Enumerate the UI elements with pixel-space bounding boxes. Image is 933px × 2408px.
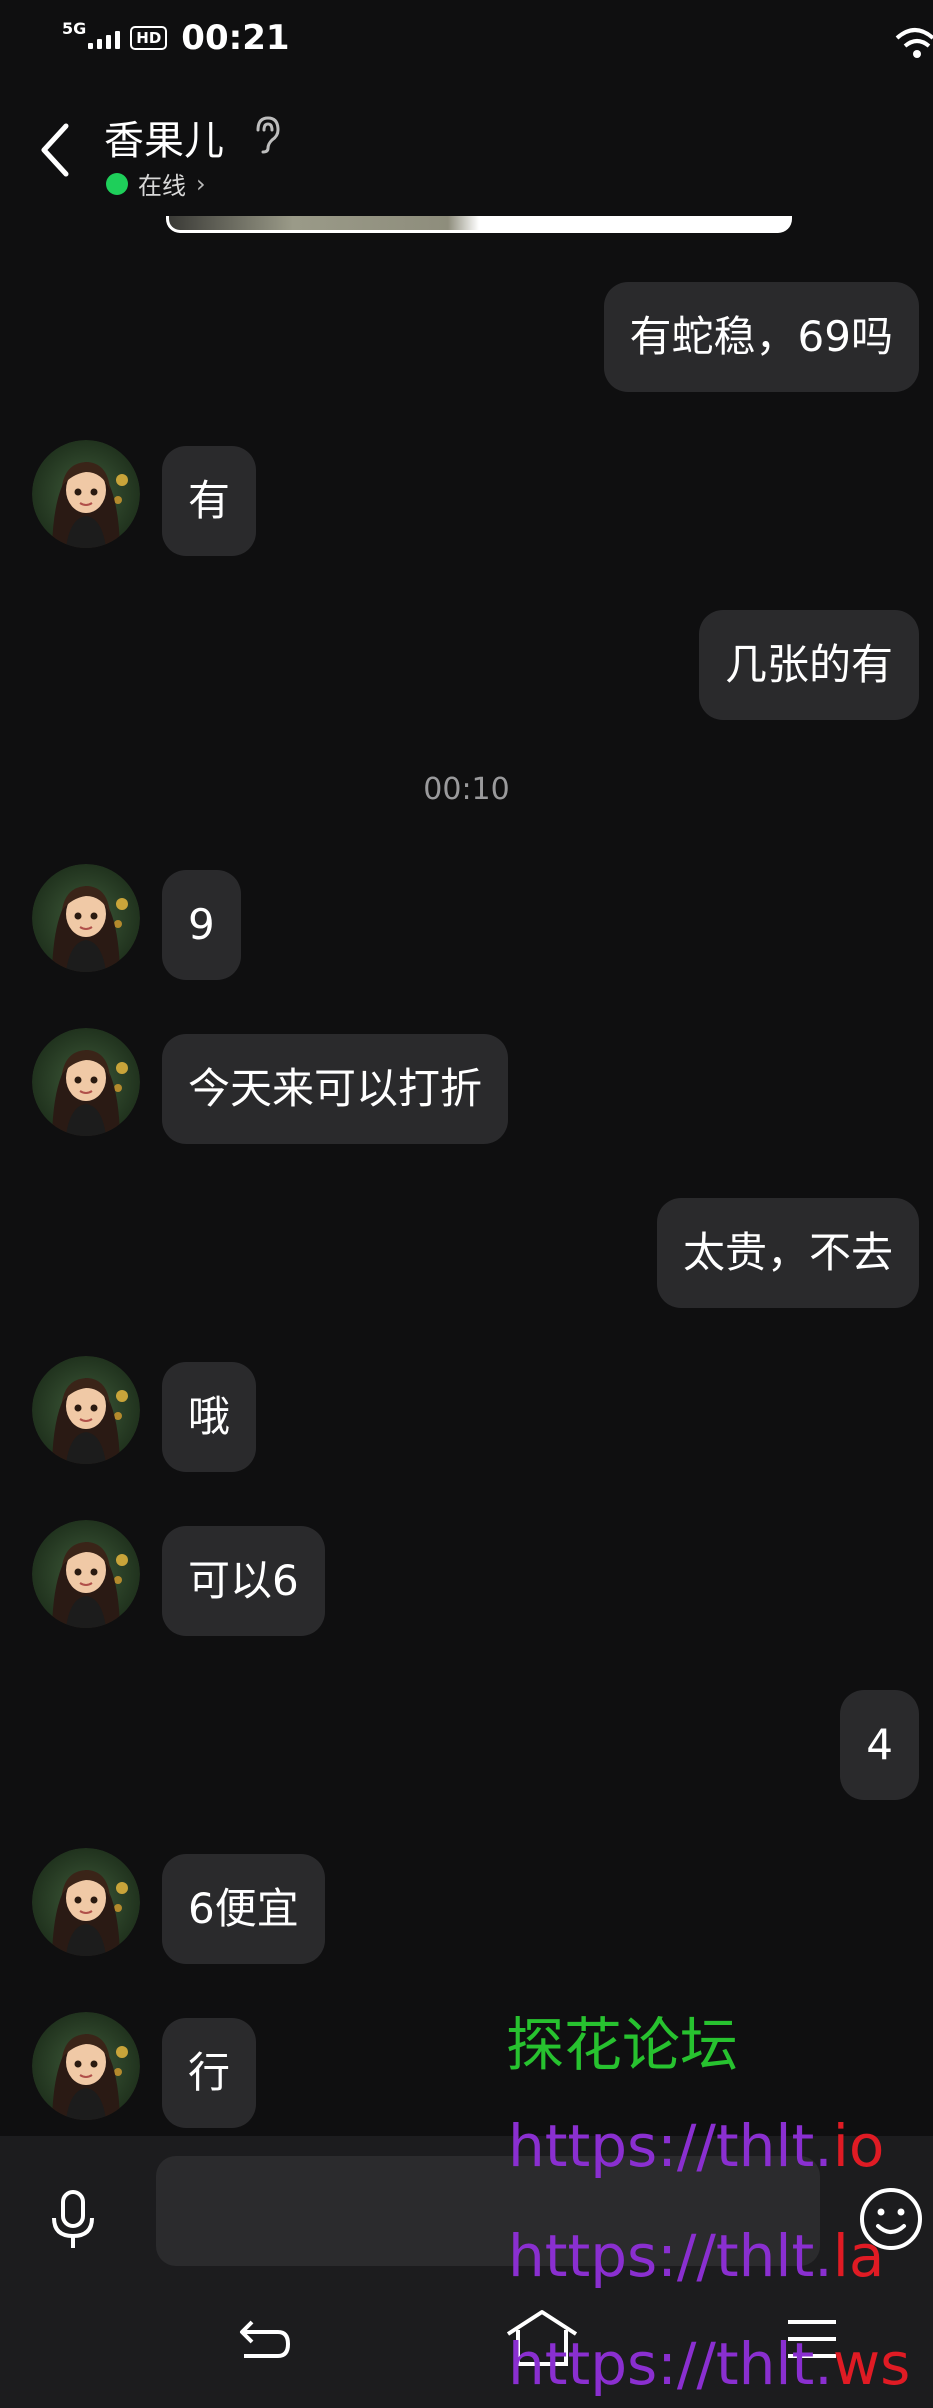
status-bar: 5G HD 00:21 bbox=[0, 0, 933, 80]
avatar[interactable] bbox=[32, 1356, 140, 1464]
message-bubble[interactable]: 几张的有 bbox=[698, 610, 919, 720]
avatar[interactable] bbox=[32, 864, 140, 972]
watermark-url-1: https://thlt.io bbox=[508, 2112, 884, 2180]
network-type: 5G bbox=[62, 18, 87, 38]
watermark-url-3: https://thlt.ws bbox=[508, 2330, 910, 2398]
back-arrow-icon[interactable] bbox=[36, 120, 76, 180]
contact-name[interactable]: 香果儿 bbox=[104, 108, 224, 166]
chat-header: 香果儿 在线 › bbox=[0, 100, 933, 210]
message-in-6[interactable]: 6便宜 bbox=[162, 1854, 325, 1964]
nav-back-icon[interactable] bbox=[238, 2314, 294, 2364]
message-out-3[interactable]: 太贵，不去 bbox=[656, 1198, 919, 1308]
watermark-url-2: https://thlt.la bbox=[508, 2222, 884, 2290]
message-in-4[interactable]: 哦 bbox=[162, 1362, 257, 1472]
message-bubble[interactable]: 有蛇稳，69吗 bbox=[603, 282, 919, 392]
watermark-url-3-tld: ws bbox=[832, 2330, 911, 2398]
message-bubble[interactable]: 可以6 bbox=[162, 1526, 325, 1636]
avatar[interactable] bbox=[32, 1848, 140, 1956]
avatar[interactable] bbox=[32, 440, 140, 548]
signal-icon bbox=[88, 27, 121, 49]
online-dot bbox=[106, 172, 128, 195]
wifi-icon bbox=[895, 28, 933, 58]
message-bubble[interactable]: 4 bbox=[840, 1690, 919, 1800]
message-out-1[interactable]: 有蛇稳，69吗 bbox=[603, 282, 919, 392]
hd-badge: HD bbox=[130, 26, 168, 50]
avatar[interactable] bbox=[32, 1520, 140, 1628]
message-in-2[interactable]: 9 bbox=[162, 870, 241, 980]
watermark-url-3-prefix: https://thlt. bbox=[508, 2330, 833, 2398]
message-bubble[interactable]: 行 bbox=[162, 2018, 257, 2128]
message-bubble[interactable]: 哦 bbox=[162, 1362, 257, 1472]
message-bubble[interactable]: 太贵，不去 bbox=[656, 1198, 919, 1308]
message-bubble[interactable]: 有 bbox=[162, 446, 257, 556]
message-in-1[interactable]: 有 bbox=[162, 446, 257, 556]
status-left: 5G HD 00:21 bbox=[62, 18, 290, 58]
ear-icon[interactable] bbox=[250, 114, 282, 154]
watermark-url-2-prefix: https://thlt. bbox=[508, 2222, 833, 2290]
mic-icon[interactable] bbox=[46, 2188, 100, 2252]
message-out-4[interactable]: 4 bbox=[840, 1690, 919, 1800]
status-time: 00:21 bbox=[181, 18, 290, 58]
chevron-right-icon: › bbox=[196, 169, 206, 198]
online-status[interactable]: 在线 › bbox=[106, 166, 206, 201]
message-in-7[interactable]: 行 bbox=[162, 2018, 257, 2128]
message-in-5[interactable]: 可以6 bbox=[162, 1526, 325, 1636]
message-out-2[interactable]: 几张的有 bbox=[698, 610, 919, 720]
message-bubble[interactable]: 9 bbox=[162, 870, 241, 980]
watermark-url-1-tld: io bbox=[832, 2112, 885, 2180]
watermark-url-2-tld: la bbox=[832, 2222, 885, 2290]
message-bubble[interactable]: 6便宜 bbox=[162, 1854, 325, 1964]
avatar[interactable] bbox=[32, 2012, 140, 2120]
watermark-url-1-prefix: https://thlt. bbox=[508, 2112, 833, 2180]
previous-image-message[interactable] bbox=[166, 216, 792, 233]
message-bubble[interactable]: 今天来可以打折 bbox=[162, 1034, 509, 1144]
time-separator: 00:10 bbox=[423, 772, 510, 807]
online-label: 在线 bbox=[138, 172, 186, 200]
avatar[interactable] bbox=[32, 1028, 140, 1136]
watermark-title: 探花论坛 bbox=[506, 2011, 739, 2079]
message-in-3[interactable]: 今天来可以打折 bbox=[162, 1034, 509, 1144]
